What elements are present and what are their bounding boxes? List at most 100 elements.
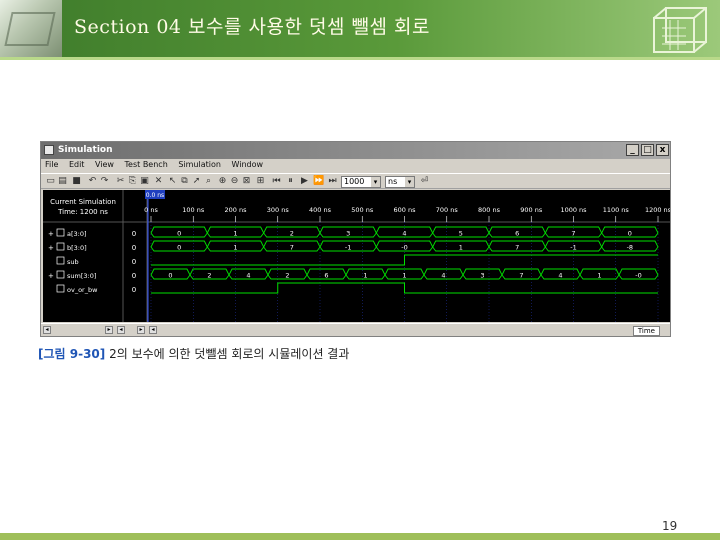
time-unit-select[interactable]: ns ▾ — [385, 176, 415, 188]
bus-value-label: 4 — [402, 230, 406, 238]
zoom-in-icon[interactable]: ⊕ — [217, 176, 228, 187]
menu-simulation[interactable]: Simulation — [178, 160, 221, 169]
scroll-right-icon[interactable]: ▸ — [137, 326, 145, 334]
ruler-tick-label: 400 ns — [309, 206, 332, 214]
toolbar: ▭ ▤ ■ ↶ ↷ ✂ ⎘ ▣ ✕ ↖ ⧉ ➚ ⌕ ⊕ ⊖ ⊠ ⊞ ⏮ ⏸ ▶ … — [41, 173, 670, 189]
zoom-out-icon[interactable]: ⊖ — [229, 176, 240, 187]
fit-icon[interactable]: ⊠ — [241, 176, 252, 187]
slide-header: Section 04 보수를 사용한 덧셈 뺄셈 회로 — [0, 0, 720, 60]
app-icon — [44, 145, 54, 155]
bus-signal-icon — [56, 242, 65, 251]
copy-icon[interactable]: ⎘ — [127, 176, 138, 187]
bus-value-label: 2 — [285, 272, 289, 280]
save-icon[interactable]: ■ — [71, 176, 82, 187]
maximize-button[interactable]: □ — [641, 144, 654, 156]
open-icon[interactable]: ▤ — [57, 176, 68, 187]
ruler-tick-label: 900 ns — [520, 206, 543, 214]
ruler-tick-label: 1000 ns — [560, 206, 587, 214]
paste-icon[interactable]: ▣ — [139, 176, 150, 187]
scroll-left-icon[interactable]: ◂ — [149, 326, 157, 334]
bit-waveform — [151, 254, 658, 266]
step-icon[interactable]: ▶ — [299, 176, 310, 187]
simulation-window: Simulation _ □ x File Edit View Test Ben… — [40, 141, 671, 337]
bus-value-label: 0 — [177, 230, 181, 238]
bus-value-label: 3 — [480, 272, 484, 280]
tab-time[interactable]: Time — [632, 326, 660, 336]
menu-file[interactable]: File — [45, 160, 58, 169]
run-for-icon[interactable]: ⏭ — [327, 176, 338, 187]
scroll-left-icon[interactable]: ◂ — [43, 326, 51, 334]
ruler-tick-label: 0 ns — [144, 206, 158, 214]
ruler-tick-label: 1100 ns — [603, 206, 630, 214]
horizontal-scrollbar[interactable]: ◂ ▸ ◂ ▸ ◂ Time — [41, 323, 670, 336]
restart-icon[interactable]: ⏮ — [271, 176, 282, 187]
bus-value-label: -0 — [401, 244, 407, 252]
scroll-left-icon[interactable]: ◂ — [117, 326, 125, 334]
bus-value-label: -8 — [627, 244, 633, 252]
bus-value-label: -0 — [635, 272, 641, 280]
signal-name: b[3:0] — [67, 244, 87, 252]
cascade-icon[interactable]: ⧉ — [179, 176, 190, 187]
delete-icon[interactable]: ✕ — [153, 176, 164, 187]
window-title: Simulation — [58, 145, 113, 155]
bus-value-label: 1 — [402, 272, 406, 280]
bus-value-label: 4 — [441, 272, 445, 280]
bus-value-label: 1 — [233, 230, 237, 238]
simulate-icon[interactable]: ⏎ — [419, 176, 430, 187]
menu-bar: File Edit View Test Bench Simulation Win… — [41, 160, 670, 172]
window-titlebar[interactable]: Simulation _ □ x — [41, 142, 670, 159]
waveform-viewer[interactable]: Current Simulation Time: 1200 ns 0.0 ns 0 n… — [43, 190, 670, 322]
ruler-tick-label: 600 ns — [394, 206, 417, 214]
signal-value: 0 — [132, 272, 136, 280]
bus-signal-icon — [56, 270, 65, 279]
bus-value-label: 1 — [233, 244, 237, 252]
run-icon[interactable]: ⏩ — [313, 176, 324, 187]
expand-toggle-icon: + — [48, 244, 54, 252]
bit-signal-icon — [56, 256, 65, 265]
close-button[interactable]: x — [656, 144, 669, 156]
signal-name: a[3:0] — [67, 230, 87, 238]
scroll-right-icon[interactable]: ▸ — [105, 326, 113, 334]
undo-icon[interactable]: ↶ — [87, 176, 98, 187]
ruler-tick-label: 300 ns — [267, 206, 290, 214]
sim-time-value: Time: 1200 ns — [57, 208, 108, 216]
chevron-down-icon[interactable]: ▾ — [371, 177, 380, 187]
bus-value-label: 1 — [363, 272, 367, 280]
bus-value-label: 0 — [177, 244, 181, 252]
menu-view[interactable]: View — [95, 160, 114, 169]
new-file-icon[interactable]: ▭ — [45, 176, 56, 187]
bus-value-label: 7 — [515, 244, 519, 252]
chevron-down-icon[interactable]: ▾ — [405, 177, 414, 187]
bus-value-label: 4 — [558, 272, 562, 280]
minimize-button[interactable]: _ — [626, 144, 639, 156]
bit-waveform — [151, 282, 658, 294]
bus-value-label: 0 — [628, 230, 632, 238]
time-unit-value: ns — [388, 177, 398, 186]
redo-icon[interactable]: ↷ — [99, 176, 110, 187]
expand-toggle-icon: + — [48, 230, 54, 238]
figure-caption-text: 2의 보수에 의한 덧뺄셈 회로의 시뮬레이션 결과 — [109, 347, 350, 361]
pointer-icon[interactable]: ↖ — [167, 176, 178, 187]
ruler-tick-label: 800 ns — [478, 206, 501, 214]
header-photo — [0, 0, 62, 60]
ruler-tick-label: 100 ns — [182, 206, 205, 214]
cursor-time-label: 0.0 ns — [146, 192, 164, 199]
run-all-icon[interactable]: ⊞ — [255, 176, 266, 187]
signal-value: 0 — [132, 244, 136, 252]
bus-value-label: -1 — [345, 244, 351, 252]
pause-icon[interactable]: ⏸ — [285, 176, 296, 187]
cut-icon[interactable]: ✂ — [115, 176, 126, 187]
zoom-icon[interactable]: ⌕ — [203, 176, 214, 187]
menu-window[interactable]: Window — [231, 160, 263, 169]
signal-name: ov_or_bw — [67, 286, 98, 294]
waveform-canvas[interactable]: Current Simulation Time: 1200 ns 0.0 ns 0 n… — [43, 190, 670, 322]
run-time-field[interactable]: 1000 ▾ — [341, 176, 381, 188]
menu-edit[interactable]: Edit — [69, 160, 85, 169]
bus-value-label: 6 — [324, 272, 328, 280]
expand-toggle-icon: + — [48, 272, 54, 280]
signal-value: 0 — [132, 230, 136, 238]
bus-value-label: 7 — [519, 272, 523, 280]
arrow-icon[interactable]: ➚ — [191, 176, 202, 187]
menu-test-bench[interactable]: Test Bench — [125, 160, 168, 169]
signal-name: sum[3:0] — [67, 272, 96, 280]
